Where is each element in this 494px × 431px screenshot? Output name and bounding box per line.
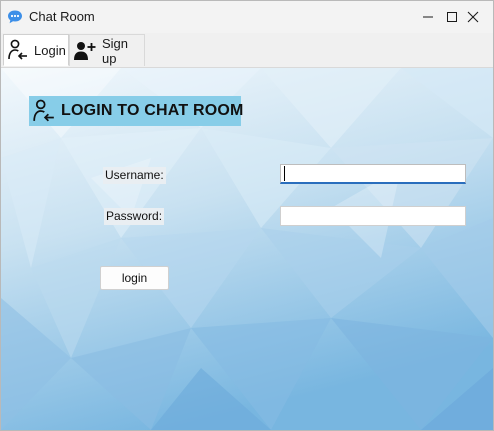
close-icon (467, 11, 479, 23)
login-button[interactable]: login (100, 266, 169, 290)
close-button[interactable] (453, 1, 493, 33)
app-window: Chat Room Login Sign up LOGIN TO CHAT RO… (0, 0, 494, 431)
text-caret (284, 166, 285, 181)
password-field[interactable] (280, 206, 466, 226)
username-label: Username: (103, 167, 166, 184)
user-add-icon (74, 41, 96, 61)
login-heading-banner: LOGIN TO CHAT ROOM (29, 96, 244, 126)
login-panel: LOGIN TO CHAT ROOM Username: Password: l… (1, 68, 493, 430)
username-field[interactable] (280, 164, 466, 184)
tab-strip: Login Sign up (1, 33, 493, 68)
login-heading: LOGIN TO CHAT ROOM (61, 102, 244, 119)
password-label: Password: (104, 208, 165, 225)
title-bar[interactable]: Chat Room (1, 1, 493, 33)
maximize-button-wrap[interactable] (407, 1, 457, 33)
chat-bubble-icon (7, 9, 23, 25)
tab-login[interactable]: Login (3, 34, 69, 66)
user-login-icon (8, 39, 28, 61)
tab-signup[interactable]: Sign up (69, 34, 145, 66)
window-title: Chat Room (29, 9, 95, 24)
user-login-icon (33, 99, 55, 123)
tab-login-label: Login (34, 42, 66, 58)
tab-signup-label: Sign up (102, 35, 129, 66)
